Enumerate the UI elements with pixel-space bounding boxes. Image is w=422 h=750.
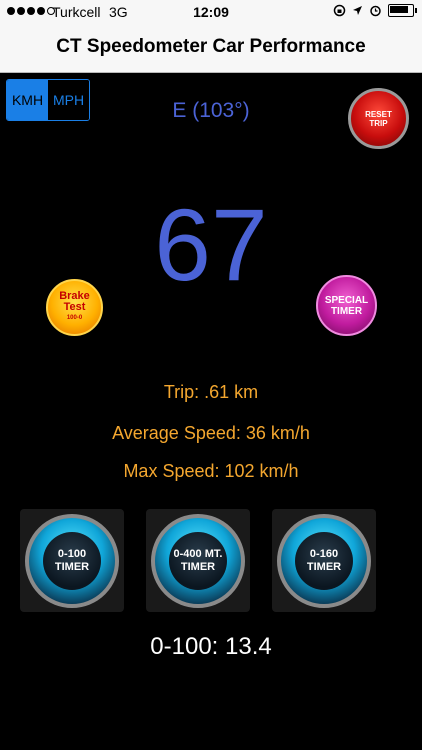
- brake-test-label-line3: 100-0: [66, 315, 83, 321]
- status-icons: [333, 4, 417, 17]
- timer-0-100-button[interactable]: 0-100 TIMER: [25, 514, 119, 608]
- status-bar: Turkcell 3G 12:09: [0, 0, 422, 26]
- rotation-lock-icon: [333, 4, 346, 17]
- timer-0-160-line1: 0-160: [309, 548, 339, 560]
- timer-0-100-line1: 0-100: [57, 548, 87, 560]
- timer-card-0-160: 0-160 TIMER: [272, 509, 376, 612]
- timer-card-0-400: 0-400 MT. TIMER: [146, 509, 250, 612]
- brake-test-button[interactable]: Brake Test 100-0: [46, 279, 103, 336]
- timer-0-400-line1: 0-400 MT.: [173, 548, 223, 560]
- trip-distance: Trip: .61 km: [163, 382, 259, 402]
- timer-result: 0-100: 13.4: [150, 633, 272, 660]
- reset-trip-label-line2: TRIP: [369, 118, 388, 128]
- average-speed: Average Speed: 36 km/h: [112, 423, 310, 443]
- alarm-clock-icon: [370, 5, 381, 17]
- reset-trip-button[interactable]: RESET TRIP: [348, 88, 409, 149]
- special-timer-button[interactable]: SPECIAL TIMER: [316, 275, 377, 336]
- timer-0-400-line2: TIMER: [180, 561, 216, 573]
- timer-card-0-100: 0-100 TIMER: [20, 509, 124, 612]
- location-arrow-icon: [353, 6, 362, 15]
- reset-trip-label-line1: RESET: [365, 109, 392, 119]
- app-title: CT Speedometer Car Performance: [56, 36, 366, 57]
- special-timer-label-line1: SPECIAL: [324, 294, 369, 306]
- timer-0-400-button[interactable]: 0-400 MT. TIMER: [151, 514, 245, 608]
- timer-0-160-line2: TIMER: [306, 561, 342, 573]
- top-bar: Turkcell 3G 12:09 CT Speedometer Car Per…: [0, 0, 422, 73]
- battery-icon: [388, 4, 417, 17]
- max-speed: Max Speed: 102 km/h: [123, 461, 299, 481]
- special-timer-label-line2: TIMER: [330, 305, 363, 317]
- brake-test-label-line2: Test: [63, 301, 86, 313]
- timer-0-160-button[interactable]: 0-160 TIMER: [277, 514, 371, 608]
- timer-0-100-line2: TIMER: [54, 561, 90, 573]
